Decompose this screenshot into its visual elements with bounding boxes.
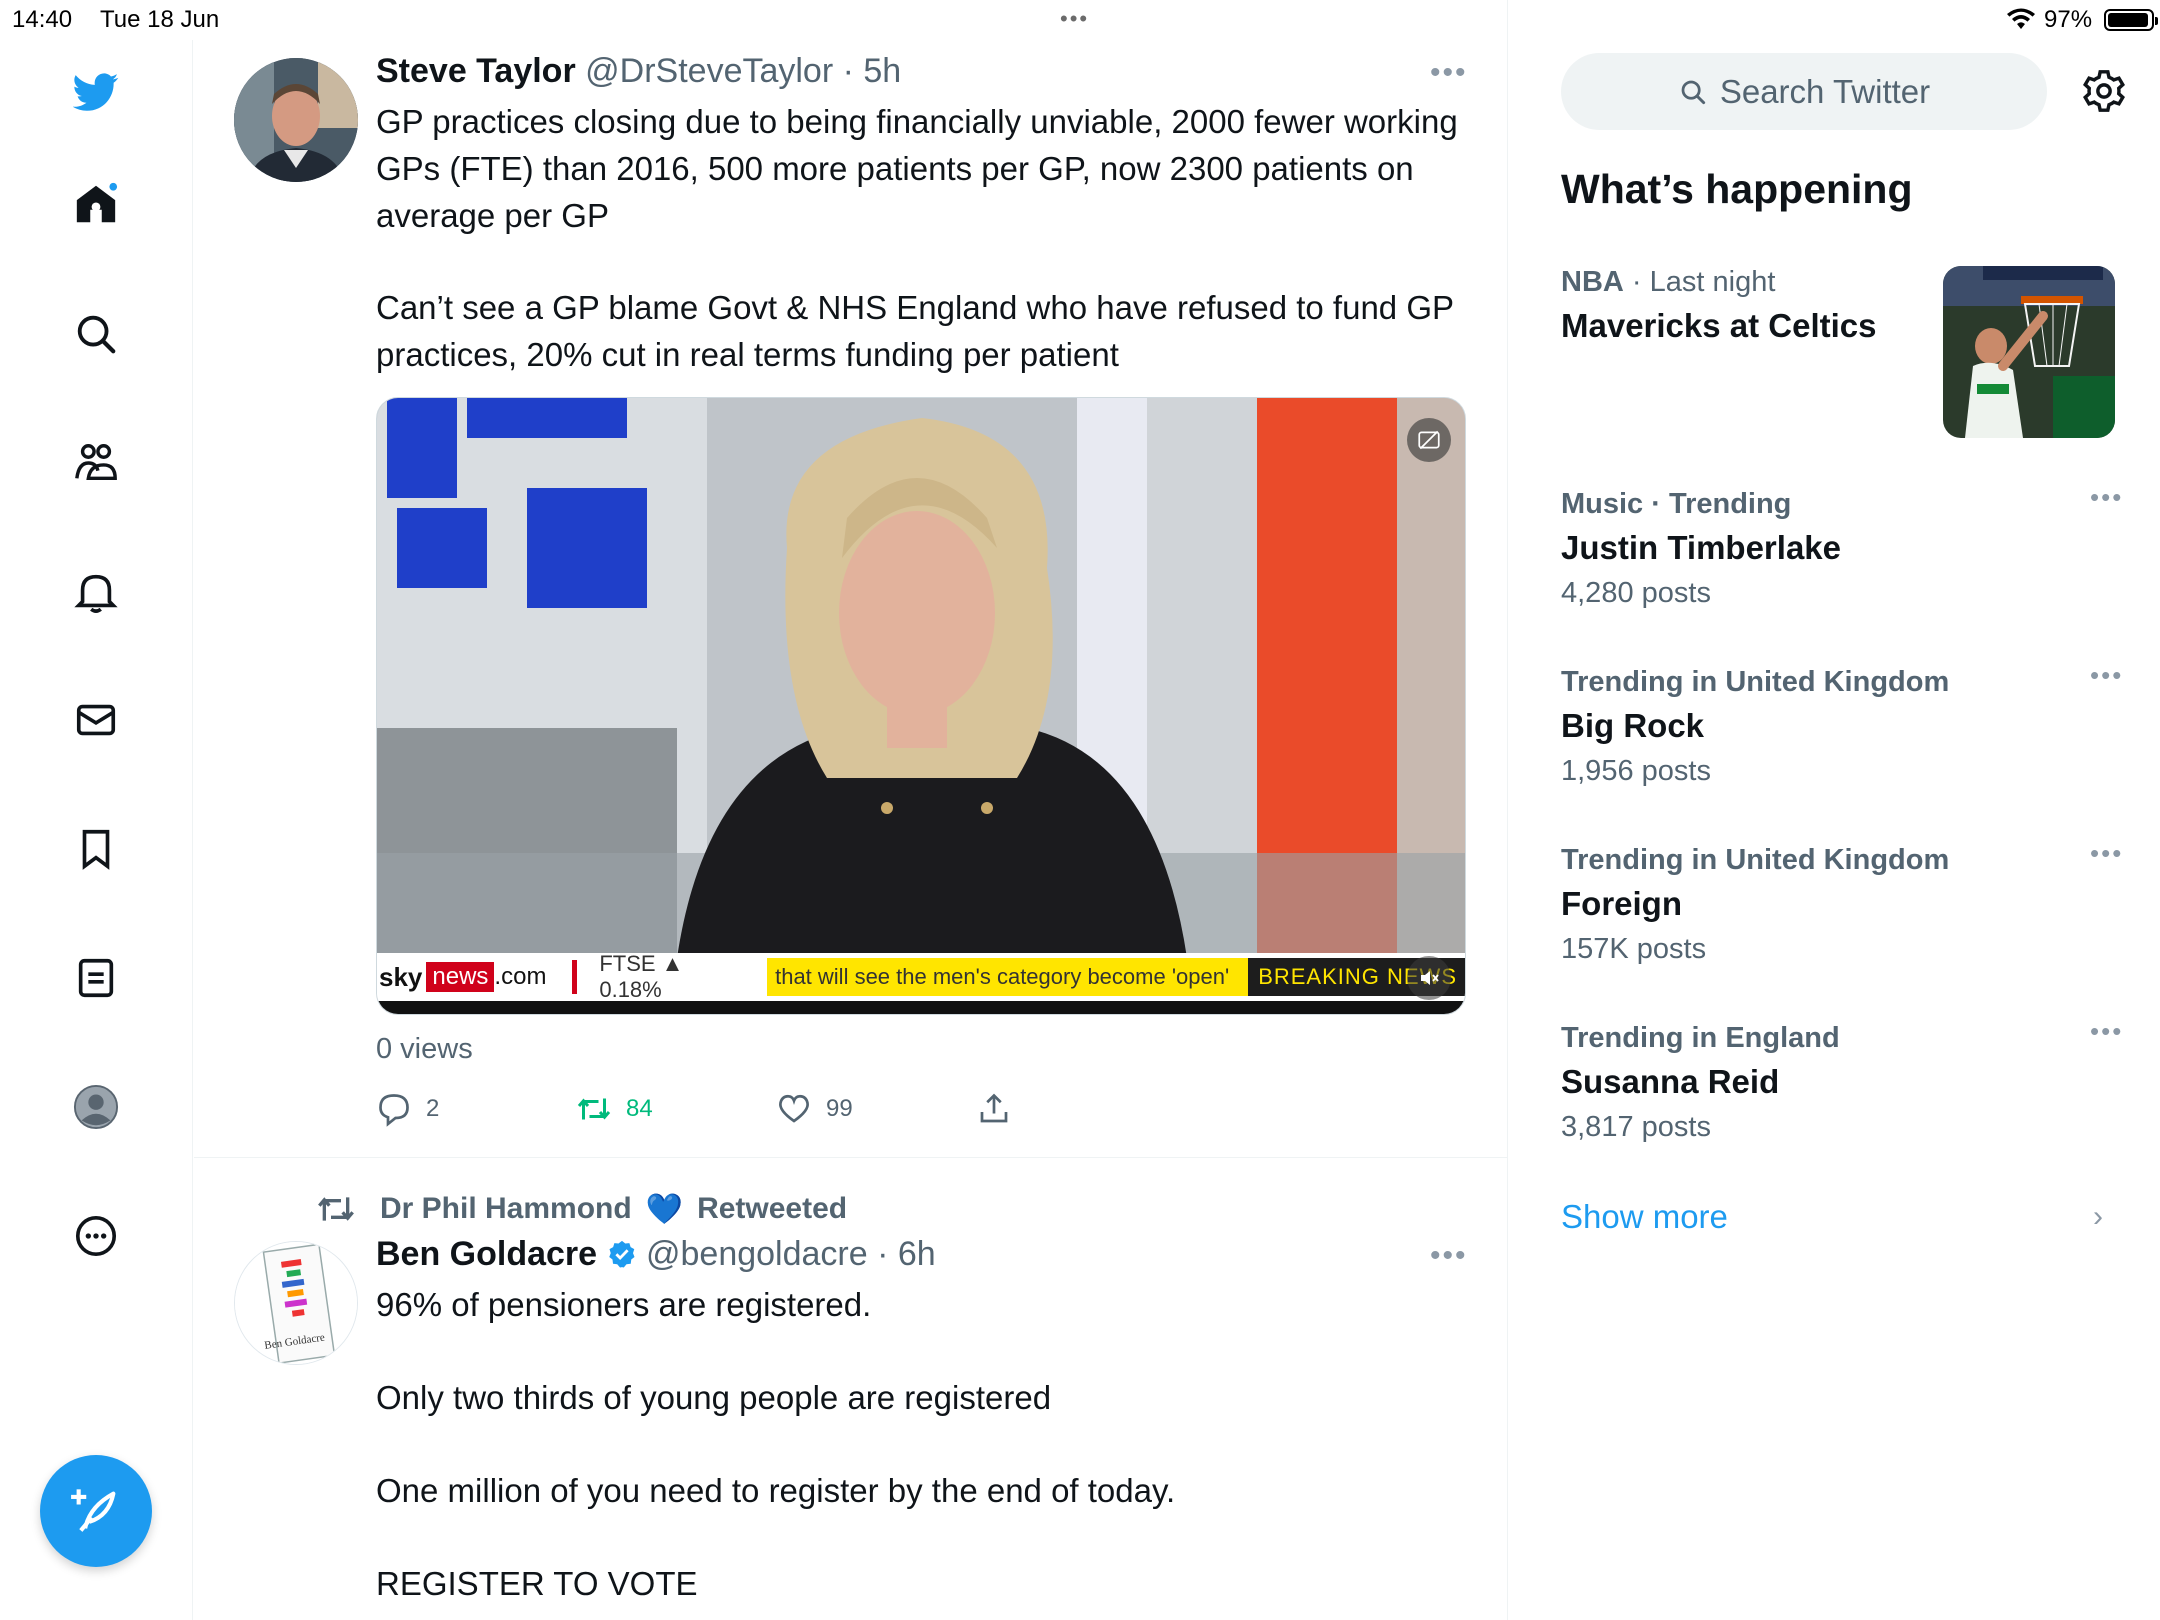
search-input[interactable]: Search Twitter bbox=[1561, 53, 2047, 130]
left-navigation bbox=[0, 40, 193, 1620]
like-count: 99 bbox=[826, 1095, 853, 1122]
trend-category: NBA bbox=[1561, 266, 1624, 298]
retweeted-label: Retweeted bbox=[697, 1192, 848, 1225]
author-name[interactable]: Steve Taylor bbox=[376, 52, 576, 90]
ticker-brand-sky: sky bbox=[379, 961, 423, 992]
trend-thumbnail[interactable] bbox=[1943, 266, 2115, 438]
tweet[interactable]: Dr Phil Hammond 💙 Retweeted Ben Goldacre bbox=[194, 1159, 1507, 1620]
tweet-actions: 2 84 99 bbox=[376, 1088, 1466, 1130]
tweet-video[interactable]: sky news .com FTSE ▲ 0.18% that will see… bbox=[376, 397, 1466, 1015]
trend-title: Susanna Reid bbox=[1561, 1063, 1780, 1100]
tweet[interactable]: Steve Taylor @DrSteveTaylor · 5h ••• GP … bbox=[194, 40, 1507, 1158]
trend-title: Justin Timberlake bbox=[1561, 529, 1842, 566]
tweet-paragraph: 96% of pensioners are registered. bbox=[376, 1286, 872, 1323]
reply-count: 2 bbox=[426, 1095, 440, 1122]
feather-plus-icon bbox=[71, 1489, 116, 1532]
trend-post-count: 157K posts bbox=[1561, 933, 1707, 965]
timeline: Steve Taylor @DrSteveTaylor · 5h ••• GP … bbox=[194, 0, 1508, 1620]
ticker-brand-com: .com bbox=[494, 963, 547, 990]
notifications-bell-icon[interactable] bbox=[70, 566, 122, 618]
tweet-paragraph: Can’t see a GP blame Govt & NHS England … bbox=[376, 289, 1454, 373]
trend-more-button[interactable]: ••• bbox=[2090, 660, 2123, 691]
trend-category: Trending in United Kingdom bbox=[1561, 666, 1950, 698]
trend-more-button[interactable]: ••• bbox=[2090, 482, 2123, 513]
retweet-count: 84 bbox=[626, 1095, 653, 1122]
mute-icon[interactable] bbox=[1407, 956, 1451, 1000]
ticker-ftse: FTSE ▲ 0.18% bbox=[599, 951, 684, 1002]
ticker-divider bbox=[572, 960, 578, 994]
retweeted-by-line[interactable]: Dr Phil Hammond 💙 Retweeted bbox=[316, 1189, 847, 1229]
ticker-brand-news: news bbox=[426, 962, 495, 992]
twitter-logo-icon[interactable] bbox=[70, 66, 122, 118]
retweet-button[interactable]: 84 bbox=[576, 1088, 653, 1130]
trend-post-count: 4,280 posts bbox=[1561, 577, 1711, 609]
tweet-paragraph: One million of you need to register by t… bbox=[376, 1472, 1176, 1509]
tweet-more-button[interactable]: ••• bbox=[1430, 1239, 1468, 1273]
cc-icon[interactable] bbox=[1407, 418, 1451, 462]
retweet-icon bbox=[577, 1098, 611, 1120]
author-avatar[interactable]: Ben Goldacre bbox=[234, 1241, 358, 1365]
news-ticker: sky news .com FTSE ▲ 0.18% that will see… bbox=[377, 951, 1465, 1002]
trend-item[interactable]: Trending in United Kingdom Big Rock 1,95… bbox=[1561, 660, 2121, 788]
tweet-paragraph: REGISTER TO VOTE bbox=[376, 1565, 698, 1602]
communities-icon[interactable] bbox=[70, 437, 122, 489]
right-sidebar: Search Twitter What’s happening NBA · La… bbox=[1509, 0, 2160, 1620]
trend-more-button[interactable]: ••• bbox=[2090, 838, 2123, 869]
home-icon[interactable] bbox=[70, 178, 122, 230]
reply-bubble-icon bbox=[379, 1094, 409, 1127]
tweet-paragraph: Only two thirds of young people are regi… bbox=[376, 1379, 1052, 1416]
explore-search-icon[interactable] bbox=[70, 308, 122, 360]
bookmarks-icon[interactable] bbox=[70, 823, 122, 875]
search-placeholder: Search Twitter bbox=[1719, 72, 1931, 110]
view-count: 0 views bbox=[376, 1033, 473, 1065]
trend-item[interactable]: Music · Trending Justin Timberlake 4,280… bbox=[1561, 482, 2121, 610]
trend-post-count: 3,817 posts bbox=[1561, 1111, 1711, 1143]
share-icon bbox=[980, 1093, 1008, 1123]
author-handle[interactable]: @DrSteveTaylor bbox=[585, 52, 833, 90]
retweet-small-icon bbox=[318, 1197, 354, 1221]
tweet-body: GP practices closing due to being financ… bbox=[376, 98, 1476, 378]
ticker-caption: that will see the men's category become … bbox=[767, 958, 1249, 996]
trend-item[interactable]: Trending in United Kingdom Foreign 157K … bbox=[1561, 838, 2121, 966]
reply-button[interactable]: 2 bbox=[376, 1088, 439, 1130]
trend-item[interactable]: Trending in England Susanna Reid 3,817 p… bbox=[1561, 1016, 2121, 1144]
tweet-paragraph: GP practices closing due to being financ… bbox=[376, 103, 1458, 234]
more-options-icon[interactable] bbox=[70, 1210, 122, 1262]
trend-meta: · Last night bbox=[1631, 266, 1776, 298]
heart-icon bbox=[779, 1094, 809, 1123]
tweet-timestamp[interactable]: · 5h bbox=[843, 52, 902, 90]
show-more-link[interactable]: Show more bbox=[1561, 1198, 1728, 1236]
status-time: 14:40 bbox=[12, 6, 73, 33]
trend-category: Trending in United Kingdom bbox=[1561, 844, 1950, 876]
messages-envelope-icon[interactable] bbox=[70, 694, 122, 746]
settings-gear-icon[interactable] bbox=[2081, 68, 2127, 114]
tweet-more-button[interactable]: ••• bbox=[1430, 56, 1468, 90]
verified-badge-icon bbox=[608, 1240, 635, 1268]
chevron-right-icon[interactable]: › bbox=[2093, 1200, 2103, 1234]
tweet-timestamp[interactable]: · 6h bbox=[877, 1235, 936, 1273]
author-avatar[interactable] bbox=[234, 58, 358, 182]
tweet-body: 96% of pensioners are registered. Only t… bbox=[376, 1281, 1476, 1607]
author-name[interactable]: Ben Goldacre bbox=[376, 1235, 597, 1273]
tweet-header: Steve Taylor @DrSteveTaylor · 5h bbox=[376, 52, 901, 91]
blue-heart-emoji: 💙 bbox=[645, 1192, 684, 1226]
trend-title: Big Rock bbox=[1561, 707, 1705, 744]
video-progress-track[interactable] bbox=[377, 1001, 1465, 1014]
like-button[interactable]: 99 bbox=[776, 1088, 853, 1130]
profile-avatar-icon[interactable] bbox=[70, 1081, 122, 1133]
lists-icon[interactable] bbox=[70, 952, 122, 1004]
trend-more-button[interactable]: ••• bbox=[2090, 1016, 2123, 1047]
trend-category: Music · Trending bbox=[1561, 488, 1792, 520]
whats-happening-heading: What’s happening bbox=[1561, 166, 1913, 212]
video-frame bbox=[377, 398, 1465, 1014]
trend-title: Foreign bbox=[1561, 885, 1682, 922]
author-handle[interactable]: @bengoldacre bbox=[646, 1235, 868, 1273]
search-icon bbox=[1681, 80, 1705, 104]
share-button[interactable] bbox=[976, 1088, 1012, 1130]
trend-category: Trending in England bbox=[1561, 1022, 1840, 1054]
trend-post-count: 1,956 posts bbox=[1561, 755, 1711, 787]
compose-post-button[interactable] bbox=[40, 1455, 152, 1567]
tweet-header: Ben Goldacre @bengoldacre · 6h bbox=[376, 1235, 936, 1274]
retweeter-name: Dr Phil Hammond bbox=[380, 1192, 632, 1225]
